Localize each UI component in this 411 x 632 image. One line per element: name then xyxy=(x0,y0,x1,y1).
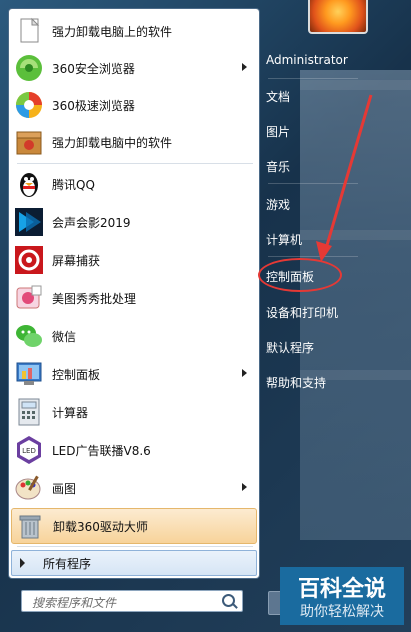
watermark: 百科全说 助你轻松解决 xyxy=(280,567,404,625)
watermark-title: 百科全说 xyxy=(297,577,386,602)
annotation-arrow xyxy=(316,94,373,262)
annotation-circle xyxy=(258,258,342,292)
watermark-subtitle: 助你轻松解决 xyxy=(300,604,384,620)
